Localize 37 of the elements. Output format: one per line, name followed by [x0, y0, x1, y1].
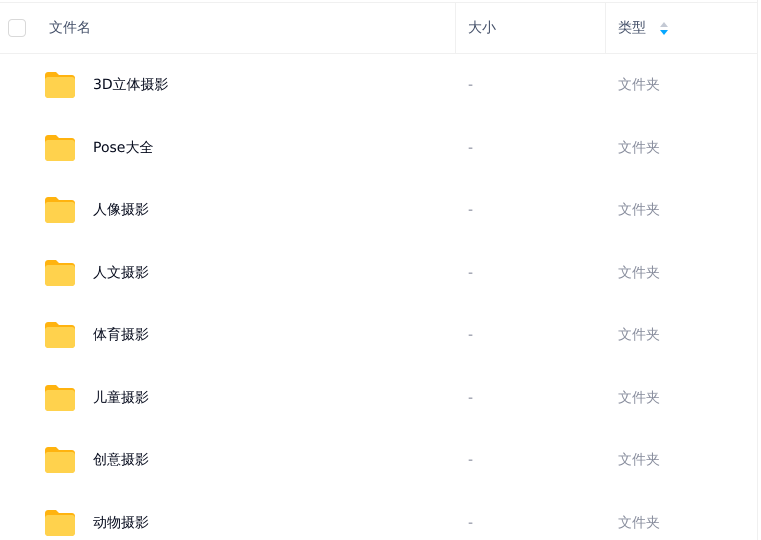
file-size: - — [467, 514, 474, 531]
folder-icon — [44, 258, 76, 287]
file-name[interactable]: 人文摄影 — [93, 264, 149, 282]
column-header[interactable]: 大小 — [468, 19, 496, 37]
sort-icon[interactable] — [660, 22, 668, 34]
folder-icon — [44, 71, 76, 100]
file-name[interactable]: 人像摄影 — [93, 201, 149, 220]
file-type: 文件夹 — [617, 326, 661, 344]
file-type: 文件夹 — [617, 76, 661, 94]
file-name[interactable]: 儿童摄影 — [93, 388, 149, 407]
folder-icon — [44, 384, 76, 412]
file-name[interactable]: Pose大全 — [93, 138, 154, 157]
file-size: - — [467, 390, 474, 406]
select-all-checkbox[interactable] — [8, 19, 26, 37]
folder-icon — [44, 196, 76, 224]
file-type: 文件夹 — [617, 514, 661, 532]
file-name[interactable]: 体育摄影 — [93, 326, 149, 344]
file-name[interactable]: 创意摄影 — [93, 451, 149, 470]
file-type: 文件夹 — [617, 264, 661, 282]
file-type: 文件夹 — [617, 138, 661, 157]
file-size: - — [467, 327, 474, 344]
folder-icon — [44, 134, 76, 162]
column-header[interactable]: 类型 — [618, 19, 646, 37]
file-type: 文件夹 — [617, 388, 661, 407]
file-size: - — [467, 77, 474, 94]
file-size: - — [467, 264, 474, 281]
file-name[interactable]: 动物摄影 — [93, 514, 149, 532]
file-type: 文件夹 — [617, 451, 661, 470]
file-size: - — [467, 452, 474, 468]
folder-icon — [44, 446, 76, 474]
folder-icon — [44, 508, 76, 537]
file-name[interactable]: 3D立体摄影 — [93, 76, 169, 94]
column-header[interactable]: 文件名 — [49, 19, 91, 37]
file-size: - — [467, 202, 474, 218]
file-size: - — [467, 140, 474, 156]
file-type: 文件夹 — [617, 201, 661, 220]
folder-icon — [44, 321, 76, 350]
